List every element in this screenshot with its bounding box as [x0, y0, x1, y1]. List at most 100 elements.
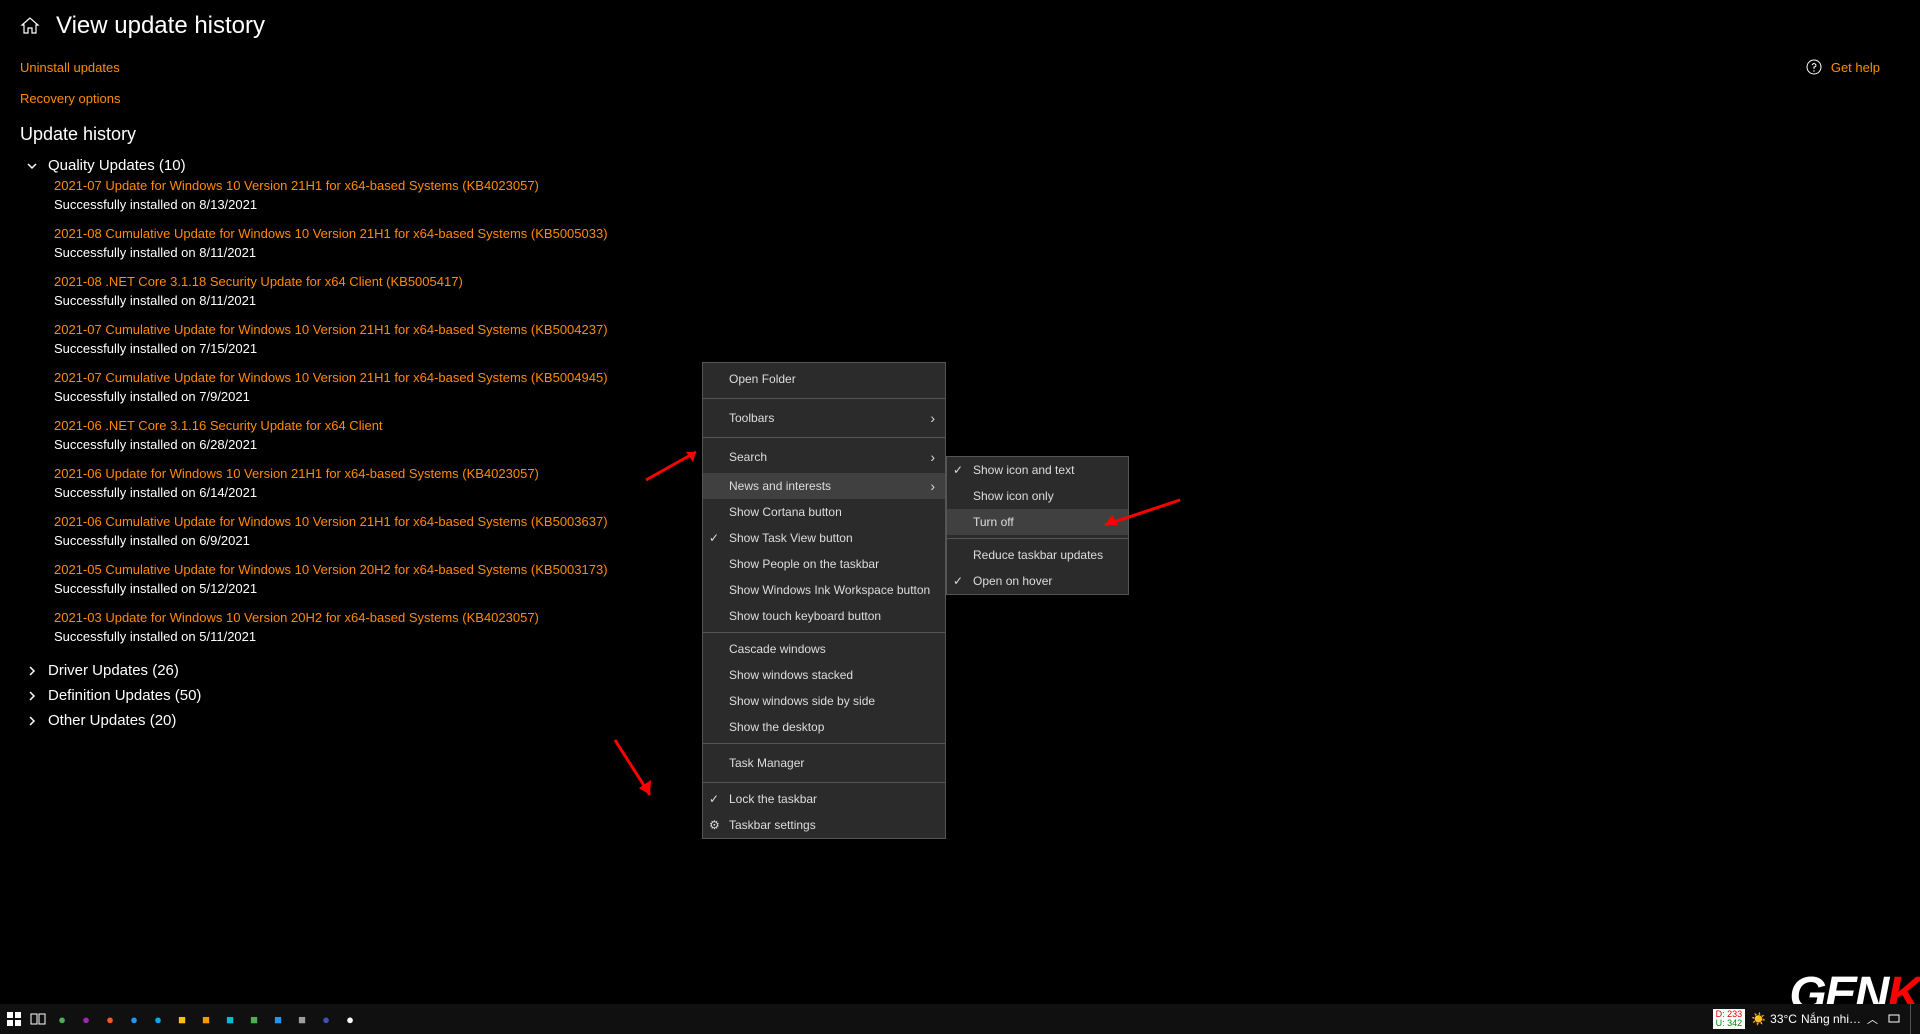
menu-news-interests[interactable]: News and interests: [703, 473, 945, 499]
menu-cortana[interactable]: Show Cortana button: [703, 499, 945, 525]
network-badge[interactable]: D: 233 U: 342: [1713, 1009, 1746, 1029]
group-label: Other Updates (20): [48, 712, 176, 729]
menu-label: Lock the taskbar: [729, 792, 817, 806]
taskview-icon[interactable]: [28, 1009, 48, 1029]
group-label: Quality Updates (10): [48, 157, 186, 174]
update-link[interactable]: 2021-03 Update for Windows 10 Version 20…: [54, 610, 1900, 625]
group-label: Driver Updates (26): [48, 662, 179, 679]
help-icon: [1805, 58, 1823, 76]
menu-label: Show Task View button: [729, 531, 853, 545]
update-link[interactable]: 2021-07 Update for Windows 10 Version 21…: [54, 178, 1900, 193]
annotation-arrow: [595, 730, 675, 810]
submenu-turn-off[interactable]: Turn off: [947, 509, 1128, 535]
menu-toolbars[interactable]: Toolbars: [703, 402, 945, 434]
taskbar-context-menu: Open Folder Toolbars Search News and int…: [702, 362, 946, 839]
menu-separator: [703, 437, 945, 438]
taskbar-app-icon[interactable]: ■: [292, 1009, 312, 1029]
update-link[interactable]: 2021-08 Cumulative Update for Windows 10…: [54, 226, 1900, 241]
menu-ink[interactable]: Show Windows Ink Workspace button: [703, 577, 945, 603]
menu-separator: [703, 782, 945, 783]
update-item: 2021-07 Update for Windows 10 Version 21…: [54, 178, 1900, 212]
check-icon: ✓: [953, 574, 963, 588]
taskbar-app-icon[interactable]: ■: [172, 1009, 192, 1029]
show-desktop-button[interactable]: [1910, 1004, 1916, 1034]
menu-taskview[interactable]: ✓ Show Task View button: [703, 525, 945, 551]
taskbar-app-icon[interactable]: ●: [76, 1009, 96, 1029]
taskbar-app-icon[interactable]: ■: [220, 1009, 240, 1029]
driver-updates-group[interactable]: Driver Updates (26): [26, 658, 1900, 683]
check-icon: ✓: [709, 792, 719, 806]
get-help-label: Get help: [1831, 60, 1880, 75]
update-item: 2021-03 Update for Windows 10 Version 20…: [54, 610, 1900, 644]
menu-stacked[interactable]: Show windows stacked: [703, 662, 945, 688]
home-icon[interactable]: [20, 16, 40, 36]
menu-open-folder[interactable]: Open Folder: [703, 363, 945, 395]
update-status: Successfully installed on 7/15/2021: [54, 341, 1900, 356]
recovery-options-link[interactable]: Recovery options: [20, 91, 1900, 106]
news-interests-submenu: ✓ Show icon and text Show icon only Turn…: [946, 456, 1129, 595]
menu-lock-taskbar[interactable]: ✓ Lock the taskbar: [703, 786, 945, 812]
check-icon: ✓: [709, 531, 719, 545]
update-status: Successfully installed on 6/28/2021: [54, 437, 1900, 452]
menu-cascade[interactable]: Cascade windows: [703, 636, 945, 662]
definition-updates-group[interactable]: Definition Updates (50): [26, 683, 1900, 708]
quality-updates-group[interactable]: Quality Updates (10): [26, 153, 1900, 178]
taskbar-app-icon[interactable]: ●: [124, 1009, 144, 1029]
menu-label: Taskbar settings: [729, 818, 816, 832]
chevron-right-icon: [26, 689, 40, 703]
taskbar-app-icon[interactable]: ■: [244, 1009, 264, 1029]
menu-label: Open on hover: [973, 574, 1052, 588]
submenu-icon-text[interactable]: ✓ Show icon and text: [947, 457, 1128, 483]
taskbar-app-icon[interactable]: ●: [340, 1009, 360, 1029]
taskbar-app-icon[interactable]: ●: [100, 1009, 120, 1029]
submenu-icon-only[interactable]: Show icon only: [947, 483, 1128, 509]
other-updates-group[interactable]: Other Updates (20): [26, 708, 1900, 733]
update-status: Successfully installed on 8/13/2021: [54, 197, 1900, 212]
page-title: View update history: [56, 12, 265, 40]
menu-people[interactable]: Show People on the taskbar: [703, 551, 945, 577]
update-item: 2021-08 .NET Core 3.1.18 Security Update…: [54, 274, 1900, 308]
weather-icon: ☀️: [1751, 1012, 1766, 1026]
update-link[interactable]: 2021-08 .NET Core 3.1.18 Security Update…: [54, 274, 1900, 289]
menu-separator: [703, 398, 945, 399]
chevron-right-icon: [26, 714, 40, 728]
uninstall-updates-link[interactable]: Uninstall updates: [20, 60, 1900, 75]
badge-up: U: 342: [1716, 1018, 1743, 1028]
menu-taskmgr[interactable]: Task Manager: [703, 747, 945, 779]
taskbar-app-icon[interactable]: ●: [52, 1009, 72, 1029]
taskbar-app-icon[interactable]: ●: [148, 1009, 168, 1029]
taskbar-right: D: 233 U: 342 ☀️ 33°C Nắng nhi… ︿: [1713, 1004, 1916, 1034]
menu-separator: [703, 743, 945, 744]
submenu-hover[interactable]: ✓ Open on hover: [947, 568, 1128, 594]
menu-touch[interactable]: Show touch keyboard button: [703, 603, 945, 629]
menu-show-desktop[interactable]: Show the desktop: [703, 714, 945, 740]
update-link[interactable]: 2021-07 Cumulative Update for Windows 10…: [54, 322, 1900, 337]
check-icon: ✓: [953, 463, 963, 477]
taskbar-app-icon[interactable]: ■: [196, 1009, 216, 1029]
update-item: 2021-06 .NET Core 3.1.16 Security Update…: [54, 418, 1900, 452]
menu-label: Show icon and text: [973, 463, 1074, 477]
menu-search[interactable]: Search: [703, 441, 945, 473]
menu-taskbar-settings[interactable]: ⚙ Taskbar settings: [703, 812, 945, 838]
update-history-heading: Update history: [20, 124, 1900, 145]
taskbar-left: ● ● ● ● ● ■ ■ ■ ■ ■ ■ ● ●: [4, 1009, 360, 1029]
weather-widget[interactable]: ☀️ 33°C Nắng nhi…: [1751, 1012, 1861, 1026]
update-item: 2021-07 Cumulative Update for Windows 10…: [54, 322, 1900, 356]
tray-icon[interactable]: [1884, 1009, 1904, 1029]
update-status: Successfully installed on 5/11/2021: [54, 629, 1900, 644]
taskbar-app-icon[interactable]: ■: [268, 1009, 288, 1029]
submenu-reduce[interactable]: Reduce taskbar updates: [947, 542, 1128, 568]
taskbar: ● ● ● ● ● ■ ■ ■ ■ ■ ■ ● ● D: 233 U: 342 …: [0, 1004, 1920, 1034]
chevron-down-icon: [26, 159, 40, 173]
update-link[interactable]: 2021-06 .NET Core 3.1.16 Security Update…: [54, 418, 1900, 433]
update-status: Successfully installed on 8/11/2021: [54, 245, 1900, 260]
update-item: 2021-07 Cumulative Update for Windows 10…: [54, 370, 1900, 404]
tray-chevron[interactable]: ︿: [1867, 1011, 1878, 1027]
taskbar-app-icon[interactable]: ●: [316, 1009, 336, 1029]
weather-temp: 33°C: [1770, 1012, 1797, 1026]
start-button[interactable]: [4, 1009, 24, 1029]
update-status: Successfully installed on 7/9/2021: [54, 389, 1900, 404]
update-link[interactable]: 2021-07 Cumulative Update for Windows 10…: [54, 370, 1900, 385]
menu-sidebyside[interactable]: Show windows side by side: [703, 688, 945, 714]
get-help-link[interactable]: Get help: [1805, 58, 1880, 76]
